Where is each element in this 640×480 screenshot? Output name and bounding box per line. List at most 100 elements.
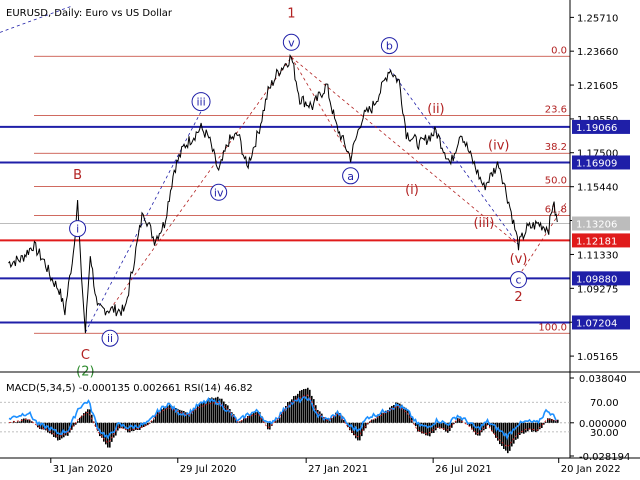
macd-histogram-bar bbox=[269, 422, 271, 430]
macd-histogram-bar bbox=[311, 395, 313, 423]
wave-label: C bbox=[81, 348, 90, 363]
rsi-tick-label: 30.00 bbox=[590, 428, 619, 439]
wave-label-text: a bbox=[347, 170, 354, 183]
current-price-label: 1.13206 bbox=[576, 220, 617, 231]
macd-histogram-bar bbox=[451, 422, 453, 428]
macd-histogram-bar bbox=[431, 422, 433, 434]
wave-label-text: i bbox=[76, 223, 79, 236]
macd-histogram-bar bbox=[437, 422, 439, 428]
fib-level-label: 0.0 bbox=[551, 45, 567, 56]
macd-histogram-bar bbox=[513, 422, 515, 444]
macd-histogram-bar bbox=[307, 387, 309, 423]
macd-histogram-bar bbox=[19, 421, 21, 423]
wave-label-text: v bbox=[288, 36, 295, 49]
macd-histogram-bar bbox=[365, 422, 367, 429]
macd-histogram-bar bbox=[359, 422, 361, 441]
wave-label: iii bbox=[191, 92, 211, 112]
fib-level-label: 100.0 bbox=[538, 322, 567, 333]
price-tick-label: 1.25710 bbox=[577, 13, 618, 24]
time-tick-label: 20 Jan 2022 bbox=[561, 464, 621, 475]
fib-level-label: 50.0 bbox=[545, 176, 567, 187]
wave-label: (iii) bbox=[473, 216, 494, 231]
macd-histogram-bar bbox=[309, 389, 311, 423]
wave-label-text: c bbox=[515, 274, 521, 287]
wave-label: ii bbox=[101, 329, 119, 347]
time-tick-label: 29 Jul 2020 bbox=[180, 464, 237, 475]
macd-histogram-bar bbox=[457, 418, 459, 423]
price-tick-label: 1.05165 bbox=[577, 352, 618, 363]
macd-histogram-bar bbox=[557, 419, 559, 423]
fib-level-label: 23.6 bbox=[545, 105, 567, 116]
rsi-tick-label: 70.00 bbox=[590, 398, 619, 409]
fib-level-label: 61.8 bbox=[545, 204, 567, 215]
wave-label: i bbox=[69, 220, 87, 238]
price-level-label: 1.12181 bbox=[576, 236, 617, 247]
wave-label: a bbox=[342, 167, 360, 185]
wave-label: v bbox=[282, 33, 300, 51]
macd-histogram-bar bbox=[375, 418, 377, 423]
macd-histogram-bar bbox=[303, 389, 305, 423]
price-level-label: 1.16909 bbox=[576, 158, 617, 169]
macd-histogram-bar bbox=[59, 422, 61, 440]
macd-histogram-bar bbox=[89, 409, 91, 423]
price-level-label: 1.09880 bbox=[576, 274, 617, 285]
wave-label: b bbox=[380, 37, 398, 55]
wave-label: 2 bbox=[514, 290, 522, 305]
wave-label-text: ii bbox=[107, 332, 113, 345]
price-tick-label: 1.23660 bbox=[577, 47, 618, 58]
macd-histogram-bar bbox=[197, 405, 199, 423]
macd-histogram-bar bbox=[515, 422, 517, 440]
macd-histogram-bar bbox=[207, 399, 209, 423]
wave-label-text: iii bbox=[196, 96, 205, 109]
macd-histogram-bar bbox=[225, 404, 227, 423]
price-tick-label: 1.09275 bbox=[577, 284, 618, 295]
price-level-label: 1.19066 bbox=[576, 123, 617, 134]
macd-histogram-bar bbox=[87, 409, 89, 423]
wave-label-text: iv bbox=[214, 186, 224, 199]
macd-histogram-bar bbox=[15, 422, 17, 423]
macd-histogram-bar bbox=[227, 405, 229, 423]
macd-histogram-bar bbox=[509, 422, 511, 451]
wave-label-text: (i) bbox=[405, 183, 419, 198]
macd-histogram-bar bbox=[223, 401, 225, 423]
macd-histogram-bar bbox=[287, 402, 289, 423]
macd-histogram-bar bbox=[383, 412, 385, 423]
macd-histogram-bar bbox=[531, 422, 533, 432]
macd-tick-label: -0.028194 bbox=[579, 452, 630, 463]
macd-histogram-bar bbox=[429, 422, 431, 437]
wave-label-text: C bbox=[81, 348, 90, 363]
macd-histogram-bar bbox=[157, 411, 159, 423]
macd-histogram-bar bbox=[203, 401, 205, 423]
macd-histogram-bar bbox=[427, 422, 429, 436]
wave-label-text: (iv) bbox=[488, 138, 509, 153]
macd-histogram-bar bbox=[283, 410, 285, 423]
macd-histogram-bar bbox=[407, 409, 409, 423]
macd-histogram-bar bbox=[239, 421, 241, 423]
price-tick-label: 1.11330 bbox=[577, 250, 618, 261]
chart-title: EURUSD, Daily: Euro vs US Dollar bbox=[6, 8, 173, 19]
macd-histogram-bar bbox=[23, 418, 25, 423]
wave-label: (iv) bbox=[488, 138, 509, 153]
time-tick-label: 31 Jan 2020 bbox=[53, 464, 113, 475]
macd-histogram-bar bbox=[17, 421, 19, 423]
time-tick-label: 26 Jul 2021 bbox=[435, 464, 492, 475]
wave-label-text: (v) bbox=[510, 252, 528, 267]
wave-label: c bbox=[510, 271, 528, 289]
price-tick-label: 1.21605 bbox=[577, 81, 618, 92]
macd-histogram-bar bbox=[475, 422, 477, 435]
macd-histogram-bar bbox=[523, 422, 525, 434]
wave-label: (v) bbox=[510, 252, 528, 267]
wave-label-text: 2 bbox=[514, 290, 522, 305]
wave-label-text: b bbox=[386, 40, 393, 53]
indicator-label: MACD(5,34,5) -0.000135 0.002661 RSI(14) … bbox=[6, 383, 253, 394]
macd-histogram-bar bbox=[267, 422, 269, 430]
macd-histogram-bar bbox=[373, 419, 375, 423]
wave-label-text: 1 bbox=[287, 7, 295, 22]
macd-histogram-bar bbox=[57, 422, 59, 441]
wave-label: iv bbox=[210, 183, 228, 201]
macd-histogram-bar bbox=[27, 419, 29, 423]
macd-histogram-bar bbox=[381, 412, 383, 423]
eurusd-chart[interactable]: 0.023.638.250.061.8100.0 BiC(2)iiiiiiv1v… bbox=[0, 0, 640, 480]
macd-histogram-bar bbox=[249, 415, 251, 423]
macd-histogram-bar bbox=[541, 422, 543, 428]
